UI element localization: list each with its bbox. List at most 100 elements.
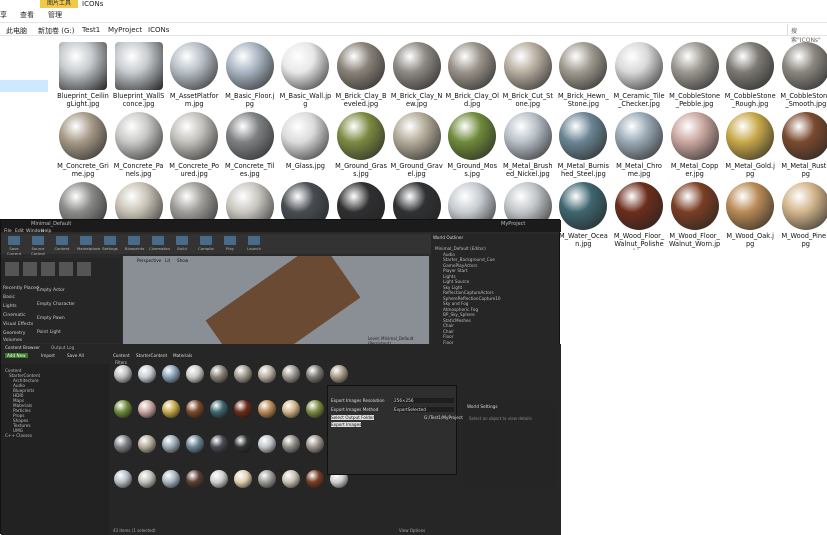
material-asset[interactable]	[281, 399, 301, 431]
modes-category[interactable]: Visual Effects	[3, 322, 33, 327]
material-asset[interactable]	[209, 399, 229, 431]
material-asset[interactable]	[305, 364, 325, 396]
place-item[interactable]: Empty Actor	[37, 288, 65, 293]
modes-category[interactable]: Basic	[3, 295, 15, 300]
material-asset[interactable]	[113, 469, 133, 501]
material-asset[interactable]	[257, 469, 277, 501]
output-log-tab[interactable]: Output Log	[51, 345, 74, 350]
outliner-row[interactable]: Sky and Fog	[443, 301, 468, 306]
toolbar-button[interactable]: Play	[221, 236, 239, 252]
file-item[interactable]: M_Metal_Brush ed_Nickel.jpg	[500, 110, 556, 180]
outliner-row[interactable]: GamePlayActors	[443, 263, 477, 268]
path-materials[interactable]: Materials	[173, 353, 192, 358]
place-mode-icon[interactable]	[5, 262, 19, 276]
material-asset[interactable]	[257, 434, 277, 466]
material-asset[interactable]	[305, 434, 325, 466]
toolbar-button[interactable]: Blueprints	[125, 236, 144, 252]
file-item[interactable]: M_CobbleStone _Smooth.jpg	[778, 40, 827, 110]
file-item[interactable]: M_Brick_Clay_N ew.jpg	[389, 40, 445, 110]
outliner-row[interactable]: StaticMeshes	[443, 318, 471, 323]
show-button[interactable]: Show	[177, 258, 188, 263]
lit-button[interactable]: Lit	[165, 258, 170, 263]
picture-tools-tab[interactable]: 图片工具	[40, 0, 78, 8]
material-asset[interactable]	[185, 469, 205, 501]
outliner-row[interactable]: SphereReflectionCapture10	[443, 296, 501, 301]
level-viewport[interactable]: Perspective Lit Show Level: Minimal_Defa…	[123, 256, 429, 344]
breadcrumb-myproject[interactable]: MyProject	[108, 26, 142, 34]
outliner-row[interactable]: Chair	[443, 329, 454, 334]
material-asset[interactable]	[233, 364, 253, 396]
path-content[interactable]: Content	[113, 353, 130, 358]
toolbar-button[interactable]: Build	[173, 236, 191, 252]
outliner-row[interactable]: Sky Light	[443, 285, 462, 290]
material-asset[interactable]	[281, 434, 301, 466]
breadcrumb-icons[interactable]: ICONs	[148, 26, 169, 34]
file-item[interactable]: M_Concrete_Gri me.jpg	[55, 110, 111, 180]
material-asset[interactable]	[233, 434, 253, 466]
modes-category[interactable]: Lights	[3, 304, 17, 309]
file-item[interactable]: M_Metal_Copp er.jpg	[667, 110, 723, 180]
breadcrumb-this-pc[interactable]: 此电脑	[6, 26, 27, 36]
file-item[interactable]: M_CobbleStone _Rough.jpg	[722, 40, 778, 110]
perspective-button[interactable]: Perspective	[137, 258, 161, 263]
outliner-row[interactable]: Floor	[443, 334, 453, 339]
file-item[interactable]: Blueprint_WallS conce.jpg	[111, 40, 167, 110]
material-asset[interactable]	[161, 469, 181, 501]
toolbar-button[interactable]: Launch	[245, 236, 263, 252]
material-asset[interactable]	[257, 364, 277, 396]
material-asset[interactable]	[137, 399, 157, 431]
outliner-row[interactable]: BP_Sky_Sphere	[443, 312, 475, 317]
material-asset[interactable]	[209, 469, 229, 501]
place-item[interactable]: Empty Pawn	[37, 316, 65, 321]
file-item[interactable]: M_Wood_Floor_ Walnut_Polishe d.jpg	[611, 180, 667, 250]
address-bar[interactable]: 此电脑 新加卷 (G:) Test1 MyProject ICONs 搜索"IC…	[0, 22, 827, 44]
outliner-row[interactable]: Atmospheric Fog	[443, 307, 478, 312]
outliner-row[interactable]: Player Start	[443, 268, 468, 273]
path-startercontent[interactable]: StarterContent	[136, 353, 167, 358]
search-input[interactable]: 搜索"ICONs"	[787, 24, 827, 44]
nav-selected-item[interactable]	[0, 80, 48, 92]
material-asset[interactable]	[161, 399, 181, 431]
outliner-row[interactable]: Audio	[443, 252, 455, 257]
breadcrumb-drive[interactable]: 新加卷 (G:)	[38, 26, 74, 36]
file-item[interactable]: M_Metal_Rust.j pg	[778, 110, 827, 180]
material-asset[interactable]	[209, 364, 229, 396]
place-item[interactable]: Point Light	[37, 330, 61, 335]
modes-category[interactable]: Geometry	[3, 331, 25, 336]
geometry-mode-icon[interactable]	[77, 262, 91, 276]
tab-view[interactable]: 查看	[20, 10, 34, 20]
file-item[interactable]: M_Metal_Burnis hed_Steel.jpg	[555, 110, 611, 180]
file-item[interactable]: M_Basic_Floor.j pg	[222, 40, 278, 110]
landscape-mode-icon[interactable]	[41, 262, 55, 276]
file-item[interactable]: M_Brick_Clay_Ol d.jpg	[444, 40, 500, 110]
level-tab[interactable]: Minimal_Default	[31, 221, 71, 227]
material-asset[interactable]	[113, 364, 133, 396]
material-asset[interactable]	[281, 469, 301, 501]
outliner-row[interactable]: Minimal_Default (Editor)	[435, 246, 486, 251]
toolbar-button[interactable]: Settings	[101, 236, 119, 252]
material-asset[interactable]	[257, 399, 277, 431]
toolbar-button[interactable]: Content	[53, 236, 71, 252]
paint-mode-icon[interactable]	[23, 262, 37, 276]
material-asset[interactable]	[113, 434, 133, 466]
file-item[interactable]: M_Basic_Wall.jp g	[277, 40, 333, 110]
tab-share[interactable]: 享	[0, 10, 7, 20]
material-asset[interactable]	[113, 399, 133, 431]
toolbar-button[interactable]: Source Control	[29, 236, 47, 256]
material-asset[interactable]	[233, 469, 253, 501]
file-item[interactable]: M_Water_Ocea n.jpg	[555, 180, 611, 250]
material-asset[interactable]	[137, 469, 157, 501]
material-asset[interactable]	[185, 399, 205, 431]
file-item[interactable]: M_Concrete_Pa nels.jpg	[111, 110, 167, 180]
file-item[interactable]: M_Ground_Gras s.jpg	[333, 110, 389, 180]
file-item[interactable]: M_Brick_Clay_B eveled.jpg	[333, 40, 389, 110]
view-options-button[interactable]: View Options	[399, 528, 425, 533]
toolbar-button[interactable]: Cinematics	[149, 236, 170, 252]
material-asset[interactable]	[185, 434, 205, 466]
method-select[interactable]: ExportSelected	[394, 407, 454, 412]
outliner-row[interactable]: Light Source	[443, 279, 469, 284]
file-item[interactable]: M_Concrete_Til es.jpg	[222, 110, 278, 180]
file-item[interactable]: M_Ground_Grav el.jpg	[389, 110, 445, 180]
toolbar-button[interactable]: Compile	[197, 236, 215, 252]
file-item[interactable]: M_Ground_Mos s.jpg	[444, 110, 500, 180]
